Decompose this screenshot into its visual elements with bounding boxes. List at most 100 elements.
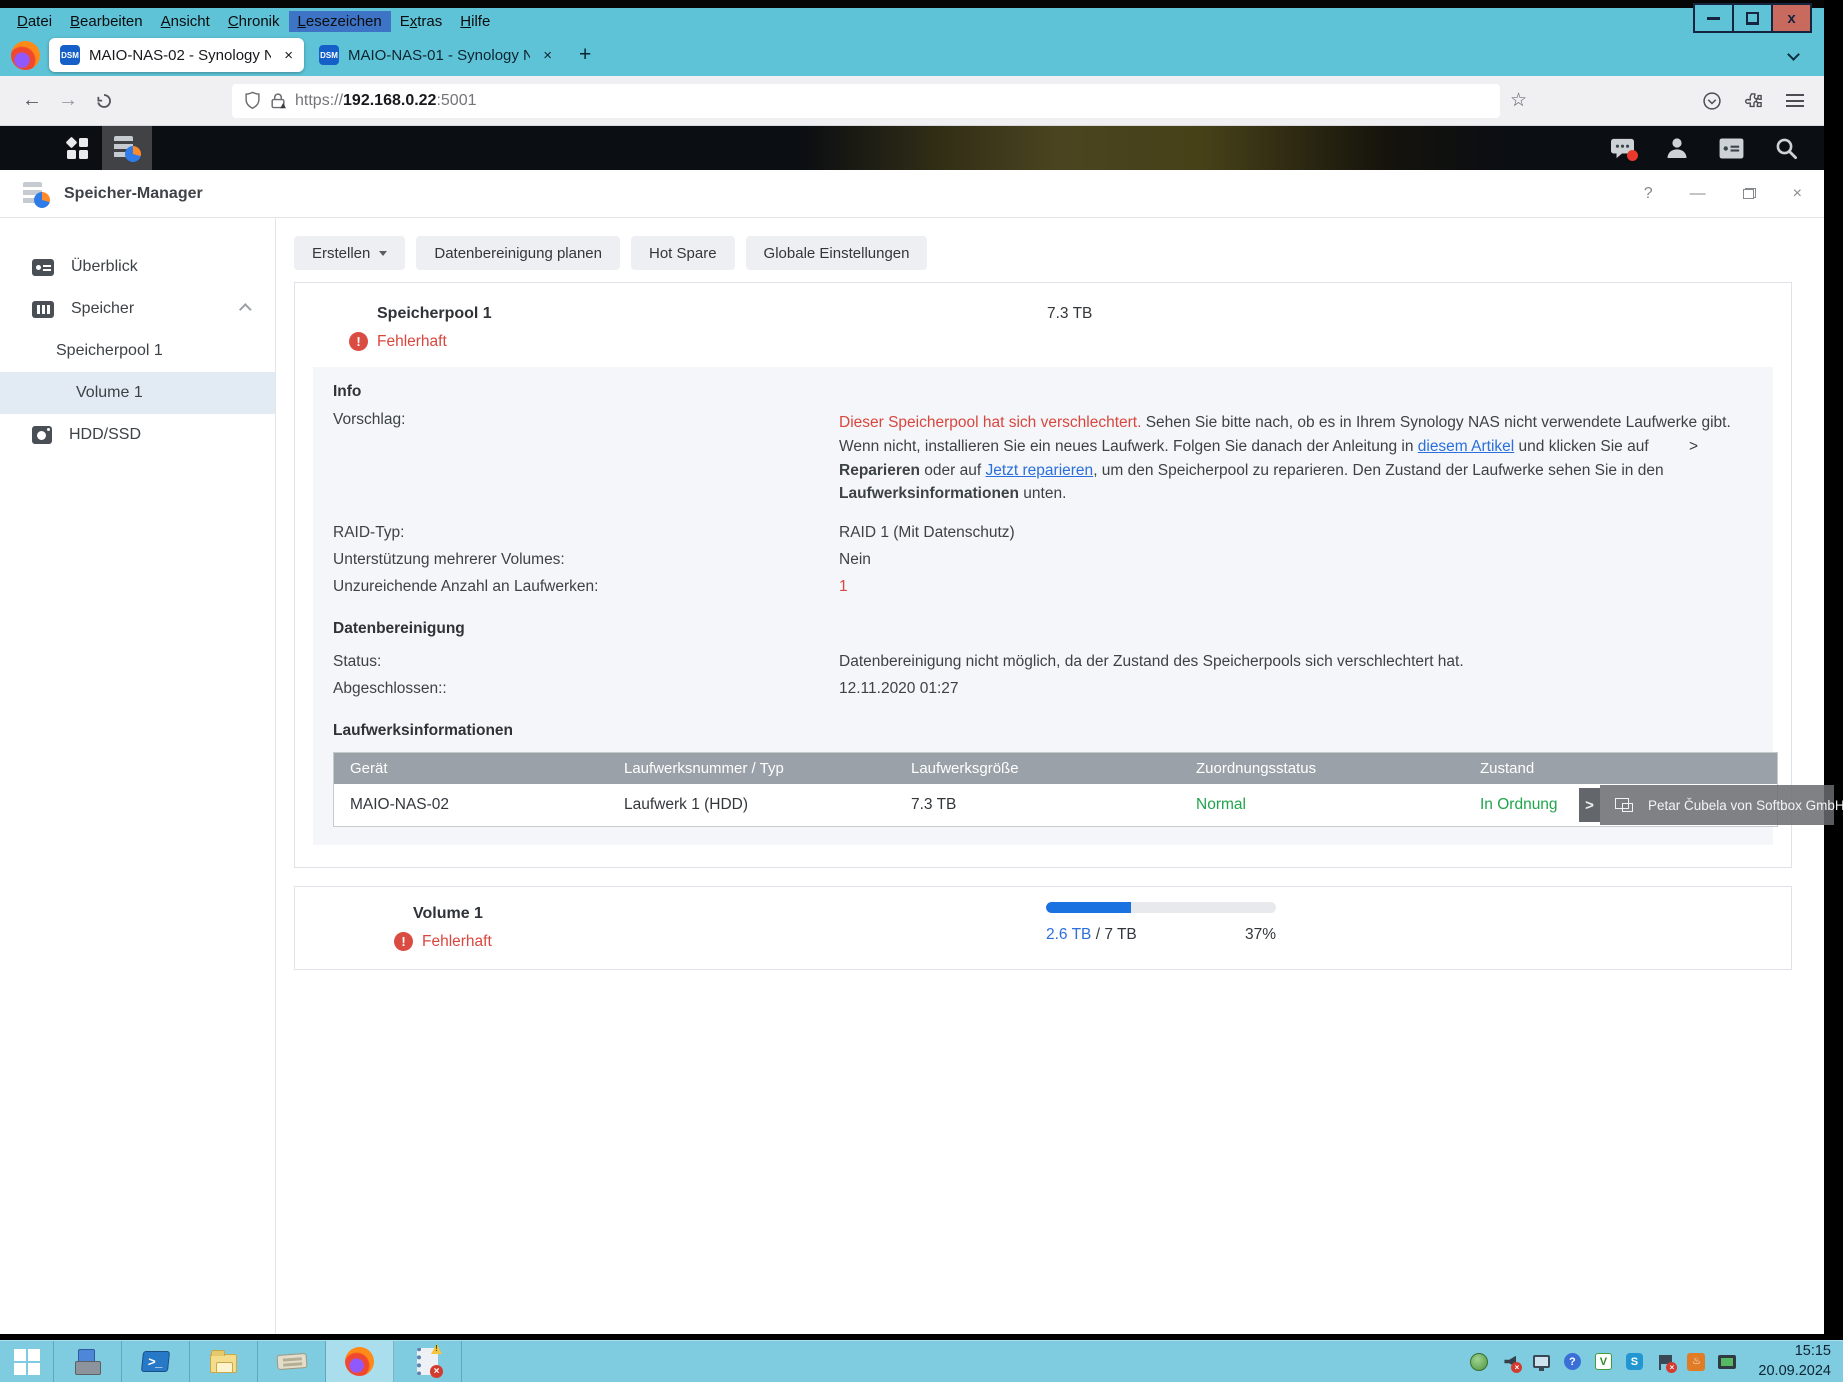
menu-chronik[interactable]: Chronik (219, 11, 289, 32)
bookmark-star-icon[interactable]: ☆ (1510, 89, 1527, 112)
tray-s-app-icon[interactable]: S (1624, 1352, 1644, 1372)
help-button[interactable]: ? (1644, 185, 1653, 203)
user-account-button[interactable] (1665, 136, 1689, 160)
collapse-chevron-up-icon[interactable] (239, 303, 252, 316)
forward-button[interactable]: → (50, 84, 86, 118)
extensions-puzzle-icon[interactable] (1744, 91, 1764, 111)
clock-date: 20.09.2024 (1758, 1362, 1831, 1381)
browser-menubar: Datei Bearbeiten Ansicht Chronik Lesezei… (0, 8, 1824, 34)
widgets-button[interactable] (1719, 138, 1744, 159)
minimize-icon (1707, 17, 1720, 20)
sidebar: Überblick Speicher Speicherpool 1 Volume… (0, 218, 276, 1334)
volume-progress-bar (1046, 902, 1276, 913)
windows-logo-icon (14, 1349, 40, 1375)
tab-title: MAIO-NAS-01 - Synology NAS (348, 47, 530, 64)
tab-maio-nas-02[interactable]: DSM MAIO-NAS-02 - Synology NAS × (49, 38, 304, 72)
action-toolbar: Erstellen Datenbereinigung planen Hot Sp… (294, 236, 1816, 270)
taskbar-powershell-button[interactable]: >_ (122, 1341, 190, 1382)
sidebar-item-speicherpool-1[interactable]: Speicherpool 1 (0, 330, 275, 372)
pocket-icon[interactable] (1702, 91, 1722, 111)
menu-datei[interactable]: Datei (8, 11, 61, 32)
tooltip-chevron-icon[interactable]: > (1579, 788, 1600, 822)
erstellen-button[interactable]: Erstellen (294, 236, 405, 270)
globale-einstellungen-button[interactable]: Globale Einstellungen (746, 236, 928, 270)
list-all-tabs-chevron-icon[interactable] (1787, 48, 1800, 61)
window-minimize-button[interactable]: — (1690, 185, 1706, 203)
tray-flag-alert-icon[interactable]: × (1655, 1352, 1675, 1372)
storage-manager-app-icon (113, 134, 141, 162)
cell-size: 7.3 TB (911, 796, 1196, 814)
notification-badge (1627, 150, 1638, 161)
table-row[interactable]: MAIO-NAS-02 Laufwerk 1 (HDD) 7.3 TB Norm… (334, 784, 1777, 826)
menu-bearbeiten[interactable]: Bearbeiten (61, 11, 152, 32)
window-close-button[interactable]: × (1793, 185, 1802, 203)
dsm-taskbar (0, 126, 1824, 170)
laufwerksinformationen-heading: Laufwerksinformationen (333, 722, 1753, 740)
scrub-done-row: Abgeschlossen:: 12.11.2020 01:27 (333, 675, 1753, 702)
volume-status-text: Fehlerhaft (422, 933, 492, 951)
screen-share-icon (1615, 798, 1633, 812)
menu-hilfe[interactable]: Hilfe (451, 11, 499, 32)
tooltip-text: Petar Čubela von Softbox GmbH (1648, 798, 1843, 813)
sidebar-item-volume-1[interactable]: Volume 1 (0, 372, 275, 414)
tray-screen-share-icon[interactable] (1717, 1352, 1737, 1372)
tray-java-icon[interactable]: ♨ (1686, 1352, 1706, 1372)
tray-help-icon[interactable]: ? (1562, 1352, 1582, 1372)
widgets-icon (1719, 138, 1744, 159)
hot-spare-button[interactable]: Hot Spare (631, 236, 735, 270)
dsm-storage-manager-task-button[interactable] (102, 126, 152, 170)
window-restore-button[interactable] (1743, 188, 1756, 199)
server-manager-icon (75, 1349, 101, 1375)
vorschlag-label: Vorschlag: (333, 411, 839, 506)
tray-remote-display-icon[interactable] (1531, 1352, 1551, 1372)
volume-card: Volume 1 ! Fehlerhaft 2.6 TB / 7 T (294, 886, 1792, 970)
dsm-favicon: DSM (319, 45, 339, 65)
sidebar-item-hdd-ssd[interactable]: HDD/SSD (0, 414, 275, 456)
reload-icon (95, 92, 113, 110)
storage-icon (32, 301, 54, 318)
search-button[interactable] (1774, 136, 1798, 160)
jetzt-reparieren-link[interactable]: Jetzt reparieren (985, 462, 1093, 479)
new-tab-button[interactable]: + (567, 43, 603, 67)
maximize-button[interactable] (1732, 3, 1773, 33)
drive-table-header: Gerät Laufwerksnummer / Typ Laufwerksgrö… (334, 753, 1777, 784)
datenbereinigung-planen-button[interactable]: Datenbereinigung planen (416, 236, 620, 270)
tab-maio-nas-01[interactable]: DSM MAIO-NAS-01 - Synology NAS × (308, 38, 563, 72)
app-menu-hamburger-icon[interactable] (1786, 94, 1804, 107)
info-heading: Info (333, 383, 1753, 401)
notifications-button[interactable] (1610, 137, 1635, 160)
pool-info-panel: Info Vorschlag: Dieser Speicherpool hat … (313, 367, 1773, 845)
dsm-main-menu-button[interactable] (52, 126, 102, 170)
dsm-favicon: DSM (60, 45, 80, 65)
taskbar-logbook-button[interactable] (394, 1341, 462, 1382)
storage-manager-body: Überblick Speicher Speicherpool 1 Volume… (0, 218, 1824, 1334)
url-bar[interactable]: https://192.168.0.22:5001 (232, 84, 1500, 118)
tab-close-icon[interactable]: × (543, 47, 552, 64)
sidebar-item-speicher[interactable]: Speicher (0, 288, 275, 330)
back-button[interactable]: ← (14, 84, 50, 118)
start-button[interactable] (0, 1341, 54, 1382)
taskbar-file-explorer-button[interactable] (190, 1341, 258, 1382)
main-menu-grid-icon (67, 138, 88, 159)
tray-volume-muted-icon[interactable]: × (1500, 1352, 1520, 1372)
menu-extras[interactable]: Extras (391, 11, 452, 32)
tab-title: MAIO-NAS-02 - Synology NAS (89, 47, 271, 64)
reload-button[interactable] (86, 84, 122, 118)
menu-lesezeichen[interactable]: Lesezeichen (289, 11, 391, 32)
taskbar-firefox-button[interactable] (326, 1341, 394, 1382)
tray-vmware-tools-icon[interactable]: V (1593, 1352, 1613, 1372)
logbook-error-icon (417, 1348, 438, 1375)
volume-card-header: Volume 1 ! Fehlerhaft (295, 887, 1791, 951)
tab-close-icon[interactable]: × (284, 47, 293, 64)
taskbar-clock[interactable]: 15:15 20.09.2024 (1748, 1342, 1831, 1380)
menu-ansicht[interactable]: Ansicht (152, 11, 219, 32)
taskbar-server-manager-button[interactable] (54, 1341, 122, 1382)
minimize-button[interactable] (1693, 3, 1734, 33)
storage-manager-titlebar: Speicher-Manager ? — × (0, 170, 1824, 218)
sidebar-item-ueberblick[interactable]: Überblick (0, 246, 275, 288)
close-button[interactable]: x (1771, 3, 1812, 33)
tray-softbox-icon[interactable] (1469, 1352, 1489, 1372)
taskbar-fax-scanner-button[interactable] (258, 1341, 326, 1382)
vorschlag-row: Vorschlag: Dieser Speicherpool hat sich … (333, 411, 1753, 506)
diesem-artikel-link[interactable]: diesem Artikel (1418, 438, 1514, 455)
